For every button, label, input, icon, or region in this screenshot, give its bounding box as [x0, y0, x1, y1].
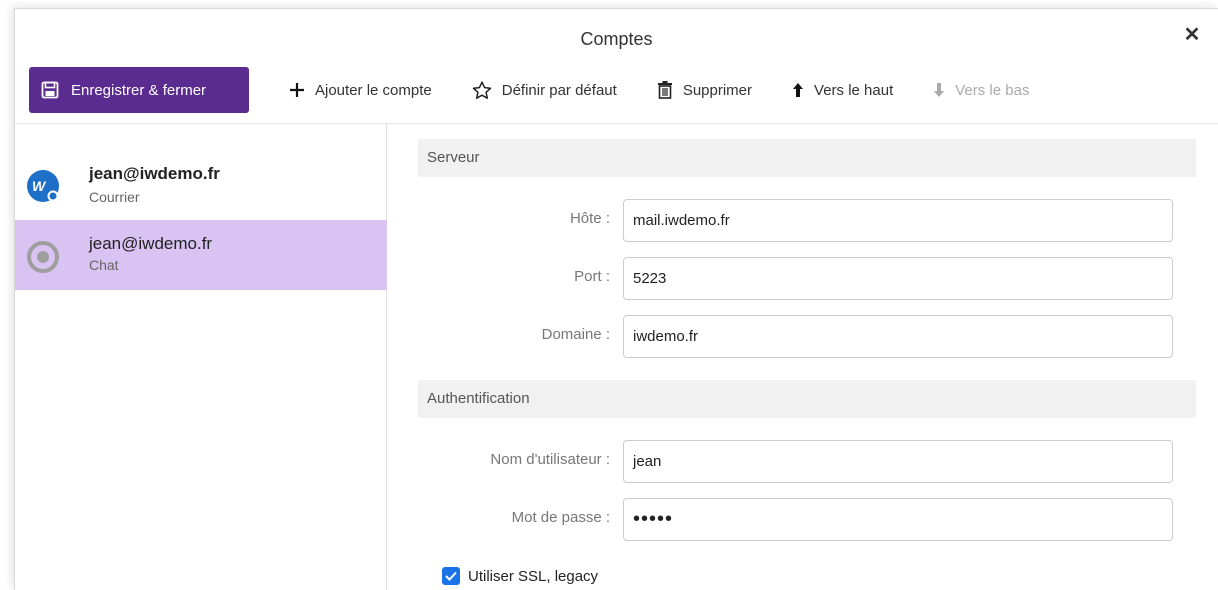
- domain-label: Domaine :: [541, 326, 610, 343]
- host-input[interactable]: mail.iwdemo.fr: [623, 199, 1173, 242]
- svg-text:W: W: [32, 178, 47, 194]
- arrow-up-icon: [793, 83, 804, 97]
- account-email: jean@iwdemo.fr: [89, 234, 213, 253]
- add-account-button[interactable]: Ajouter le compte: [289, 82, 432, 99]
- toolbar: Enregistrer & fermer Ajouter le compte D…: [29, 67, 1029, 113]
- trash-icon: [657, 81, 672, 99]
- auth-section-header: Authentification: [418, 380, 1196, 418]
- ssl-checkbox[interactable]: Utiliser SSL, legacy: [442, 567, 598, 585]
- port-input[interactable]: 5223: [623, 257, 1173, 300]
- star-icon: [472, 80, 491, 99]
- arrow-down-icon: [934, 83, 945, 97]
- delete-button[interactable]: Supprimer: [657, 81, 752, 99]
- move-up-button[interactable]: Vers le haut: [792, 82, 893, 99]
- set-default-button[interactable]: Définir par défaut: [472, 80, 617, 100]
- account-type: Courrier: [89, 189, 140, 205]
- account-type: Chat: [89, 257, 119, 273]
- mail-account-icon: W: [27, 170, 59, 202]
- password-input[interactable]: •••••: [623, 498, 1173, 541]
- save-close-label: Enregistrer & fermer: [71, 81, 207, 99]
- titlebar: Comptes ✕: [15, 9, 1218, 65]
- checkbox-checked-icon[interactable]: [442, 567, 460, 585]
- set-default-label: Définir par défaut: [501, 81, 617, 99]
- account-settings: Serveur Hôte : mail.iwdemo.fr Port : 522…: [418, 124, 1198, 590]
- server-section-header: Serveur: [418, 139, 1196, 177]
- account-item-mail[interactable]: W jean@iwdemo.fr Courrier: [15, 150, 387, 220]
- delete-label: Supprimer: [682, 81, 753, 99]
- ssl-label: Utiliser SSL, legacy: [468, 567, 599, 585]
- account-email: jean@iwdemo.fr: [89, 164, 220, 183]
- plus-icon: [290, 83, 304, 97]
- close-button[interactable]: ✕: [1180, 23, 1204, 47]
- save-close-button[interactable]: Enregistrer & fermer: [29, 67, 249, 113]
- username-label: Nom d'utilisateur :: [490, 451, 610, 468]
- chat-account-icon: [27, 241, 59, 273]
- account-item-chat[interactable]: jean@iwdemo.fr Chat: [15, 220, 387, 290]
- port-label: Port :: [574, 268, 610, 285]
- move-down-label: Vers le bas: [955, 81, 1030, 99]
- password-label: Mot de passe :: [511, 509, 610, 526]
- username-input[interactable]: jean: [623, 440, 1173, 483]
- add-account-label: Ajouter le compte: [315, 81, 432, 99]
- close-icon: ✕: [1183, 24, 1201, 46]
- domain-input[interactable]: iwdemo.fr: [623, 315, 1173, 358]
- move-up-label: Vers le haut: [814, 81, 894, 99]
- accounts-dialog: Comptes ✕ Enregistrer & fermer Ajouter l…: [14, 8, 1218, 590]
- dialog-title: Comptes: [580, 29, 653, 49]
- move-down-button[interactable]: Vers le bas: [933, 82, 1029, 99]
- host-label: Hôte :: [569, 210, 610, 227]
- account-list: W jean@iwdemo.fr Courrier jean@iwdemo.fr…: [15, 124, 387, 590]
- save-icon: [41, 81, 59, 99]
